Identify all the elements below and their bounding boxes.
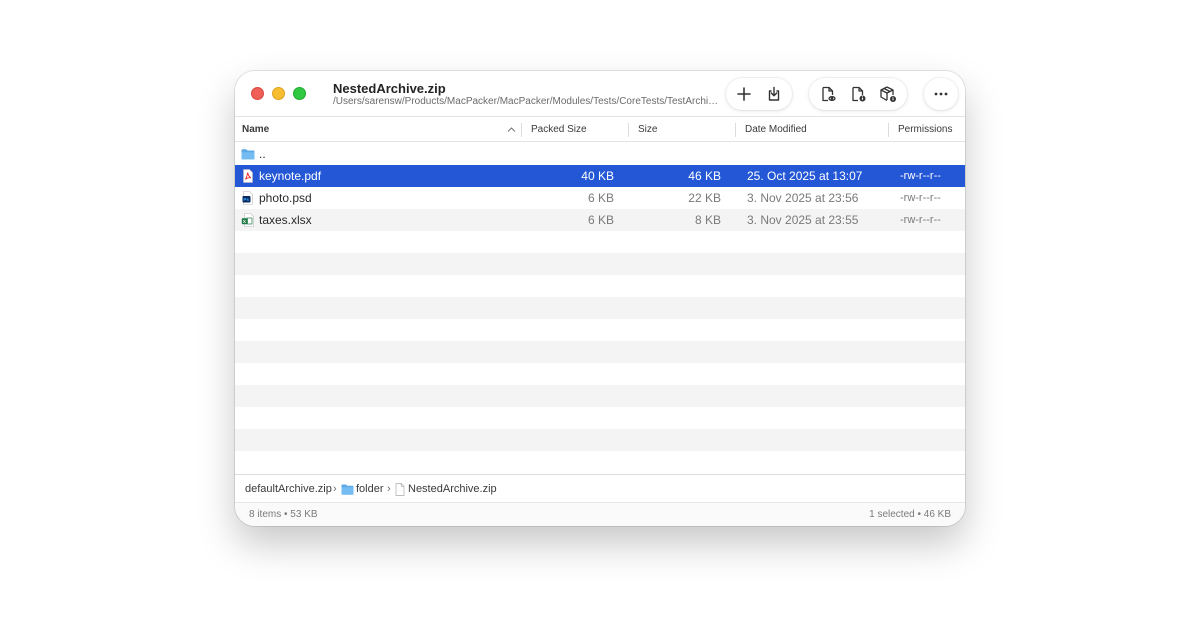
zoom-window-button[interactable] <box>293 87 306 100</box>
row-date: 25. Oct 2025 at 13:07 <box>747 169 863 183</box>
column-header-packed[interactable]: Packed Size <box>531 118 587 142</box>
column-divider[interactable] <box>521 123 522 137</box>
breadcrumb-item[interactable]: NestedArchive.zip <box>408 475 497 504</box>
breadcrumb: defaultArchive.zip › folder › NestedArch… <box>235 474 965 503</box>
file-list: .. keynote.pdf 40 KB 46 KB 25. Oct 2025 … <box>235 143 965 473</box>
archive-info-button[interactable] <box>873 79 903 109</box>
row-size: 22 KB <box>688 191 721 205</box>
column-header: Name Packed Size Size Date Modified Perm… <box>235 118 965 142</box>
column-header-name[interactable]: Name <box>242 118 269 142</box>
empty-row <box>235 297 965 319</box>
row-date: 3. Nov 2025 at 23:55 <box>747 213 859 227</box>
minimize-window-button[interactable] <box>272 87 285 100</box>
pdf-icon <box>243 169 253 183</box>
column-header-permissions[interactable]: Permissions <box>898 118 952 142</box>
breadcrumb-separator: › <box>333 483 337 495</box>
window-title: NestedArchive.zip <box>333 81 446 96</box>
empty-row <box>235 253 965 275</box>
row-packed-size: 6 KB <box>587 213 614 227</box>
column-divider[interactable] <box>628 123 629 137</box>
row-date: 3. Nov 2025 at 23:56 <box>747 191 859 205</box>
title-bar: NestedArchive.zip /Users/sarensw/Product… <box>235 71 965 117</box>
breadcrumb-item[interactable]: defaultArchive.zip <box>245 475 332 504</box>
row-packed-size <box>525 143 614 165</box>
file-icon <box>395 483 405 496</box>
folder-icon <box>341 484 354 495</box>
row-date <box>747 143 897 165</box>
file-preview-icon <box>822 86 836 102</box>
item-count-status: 8 items • 53 KB <box>249 509 318 520</box>
empty-row <box>235 341 965 363</box>
file-info-icon <box>852 86 866 102</box>
selection-status: 1 selected • 46 KB <box>869 509 951 520</box>
table-row[interactable]: .. <box>235 143 965 165</box>
row-name: photo.psd <box>259 191 312 205</box>
column-divider[interactable] <box>888 123 889 137</box>
status-bar: 8 items • 53 KB 1 selected • 46 KB <box>235 503 965 526</box>
extract-icon <box>768 86 780 101</box>
row-size: 46 KB <box>688 169 721 183</box>
archive-info-icon <box>880 86 896 102</box>
file-info-button[interactable] <box>843 79 873 109</box>
row-size <box>635 143 721 165</box>
toolbar-group-more <box>924 78 958 110</box>
row-packed-size: 6 KB <box>587 191 614 205</box>
add-button[interactable] <box>729 79 759 109</box>
more-button[interactable] <box>926 79 956 109</box>
column-header-date[interactable]: Date Modified <box>745 118 807 142</box>
column-header-size[interactable]: Size <box>638 118 657 142</box>
xlsx-icon: X <box>241 213 254 227</box>
extract-button[interactable] <box>759 79 789 109</box>
column-divider[interactable] <box>735 123 736 137</box>
plus-icon <box>737 87 751 101</box>
table-row[interactable]: keynote.pdf 40 KB 46 KB 25. Oct 2025 at … <box>235 165 965 187</box>
breadcrumb-item[interactable]: folder <box>356 475 384 504</box>
row-permissions: -rw-r--r-- <box>900 214 941 226</box>
preview-button[interactable] <box>813 79 843 109</box>
more-icon <box>934 92 948 96</box>
row-name: .. <box>259 147 266 161</box>
empty-row <box>235 385 965 407</box>
breadcrumb-separator: › <box>387 483 391 495</box>
row-permissions <box>900 143 955 165</box>
toolbar-group-edit <box>726 78 792 110</box>
empty-row <box>235 429 965 451</box>
row-permissions: -rw-r--r-- <box>900 170 941 182</box>
folder-icon <box>241 149 255 160</box>
close-window-button[interactable] <box>251 87 264 100</box>
table-row[interactable]: Ps photo.psd 6 KB 22 KB 3. Nov 2025 at 2… <box>235 187 965 209</box>
row-name: keynote.pdf <box>259 169 322 183</box>
sort-ascending-icon <box>507 127 516 132</box>
row-packed-size: 40 KB <box>581 169 614 183</box>
row-size: 8 KB <box>694 213 721 227</box>
toolbar-group-info <box>809 78 907 110</box>
archive-window: NestedArchive.zip /Users/sarensw/Product… <box>235 71 965 526</box>
row-name: taxes.xlsx <box>259 213 312 227</box>
table-row[interactable]: X taxes.xlsx 6 KB 8 KB 3. Nov 2025 at 23… <box>235 209 965 231</box>
psd-icon: Ps <box>242 191 253 205</box>
window-subtitle: /Users/sarensw/Products/MacPacker/MacPac… <box>333 96 721 107</box>
row-permissions: -rw-r--r-- <box>900 192 941 204</box>
svg-text:Ps: Ps <box>243 197 249 202</box>
